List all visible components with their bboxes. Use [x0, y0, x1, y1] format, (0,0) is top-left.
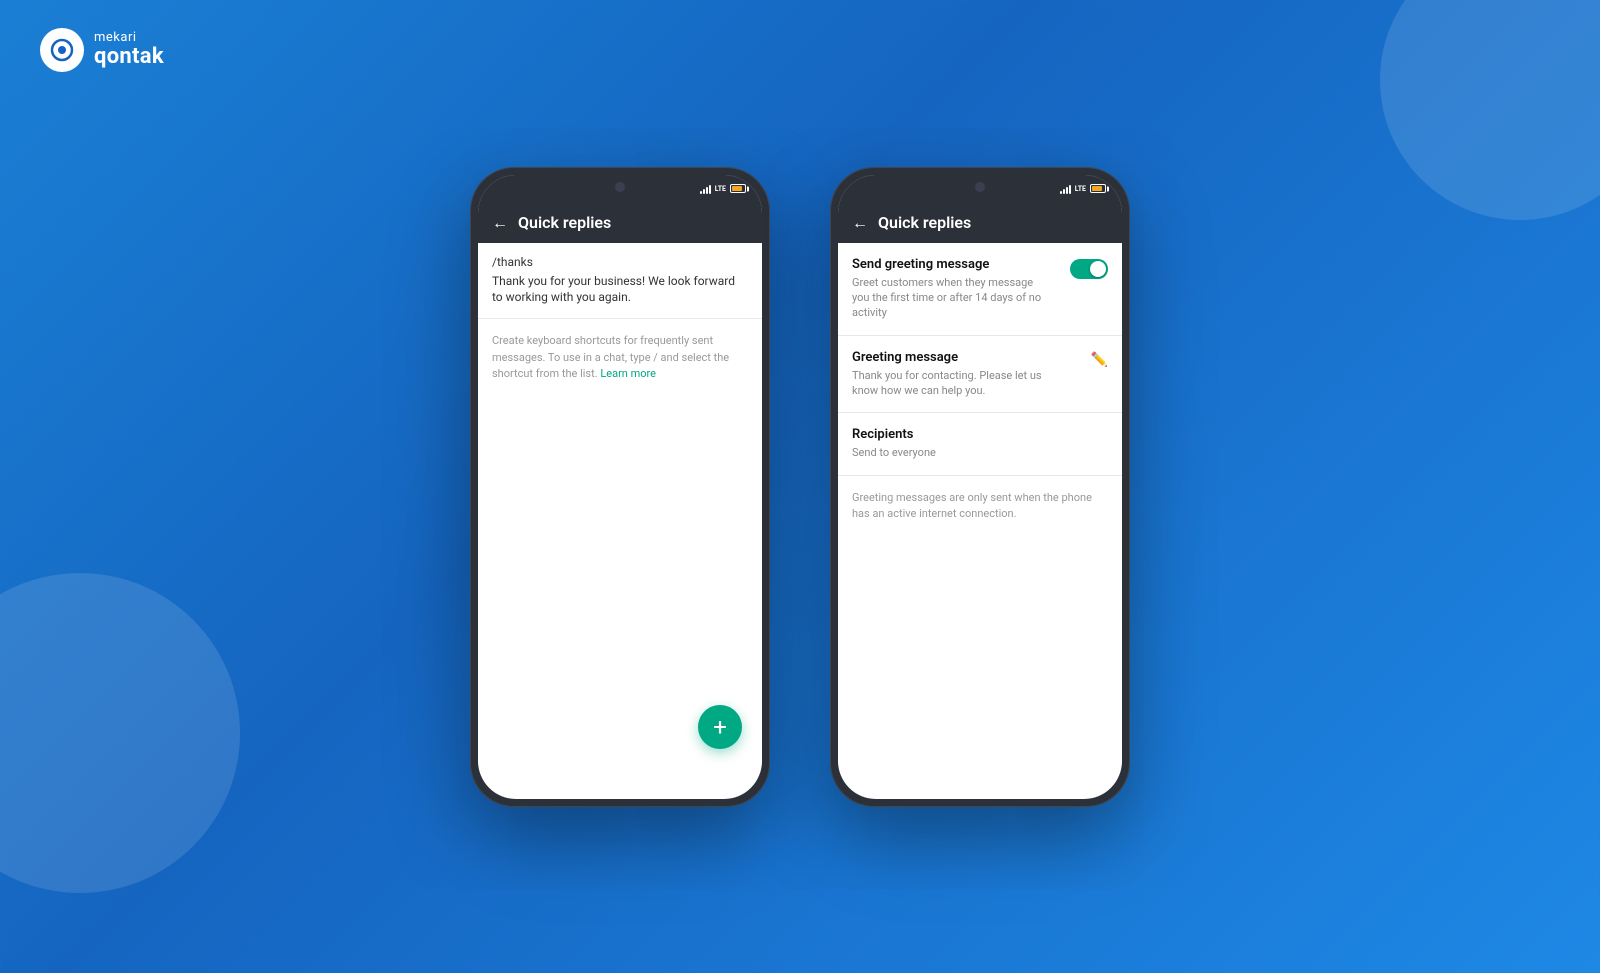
phone-1-camera — [615, 182, 625, 192]
greeting-message-section: Greeting message Thank you for contactin… — [838, 336, 1122, 414]
phone-1-status-icons: LTE — [700, 184, 746, 194]
hint-section: Create keyboard shortcuts for frequently… — [478, 319, 762, 397]
battery-icon — [730, 184, 746, 193]
greeting-message-text-group: Greeting message Thank you for contactin… — [852, 350, 1052, 399]
logo-icon — [40, 28, 84, 72]
phone-1-back-button[interactable]: ← — [492, 213, 508, 233]
bg-circle-left — [0, 573, 240, 893]
phones-container: LTE ← Quick replies /thanks Thank you fo… — [470, 167, 1130, 807]
phone-1-status-bar: LTE — [478, 175, 762, 203]
phone-2-camera — [975, 182, 985, 192]
phone-2-back-button[interactable]: ← — [852, 213, 868, 233]
recipients-section[interactable]: Recipients Send to everyone — [838, 413, 1122, 475]
toggle-knob — [1090, 261, 1106, 277]
phone-2-status-icons: LTE — [1060, 184, 1106, 194]
send-greeting-description: Greet customers when they message you th… — [852, 275, 1052, 321]
recipients-label: Recipients — [852, 427, 1108, 442]
send-greeting-text-group: Send greeting message Greet customers wh… — [852, 257, 1052, 321]
phone-1-app-header: ← Quick replies — [478, 203, 762, 243]
shortcut-text: /thanks — [492, 255, 748, 269]
phone-2: LTE ← Quick replies Send greeting messag… — [830, 167, 1130, 807]
phone-2-notch — [920, 175, 1040, 199]
send-greeting-label: Send greeting message — [852, 257, 1052, 272]
edit-greeting-button[interactable]: ✏️ — [1091, 352, 1108, 368]
greeting-message-text: Thank you for contacting. Please let us … — [852, 368, 1052, 399]
phone-2-status-bar: LTE — [838, 175, 1122, 203]
greeting-message-row: Greeting message Thank you for contactin… — [852, 350, 1108, 399]
reply-message-text: Thank you for your business! We look for… — [492, 273, 748, 307]
note-section: Greeting messages are only sent when the… — [838, 476, 1122, 537]
logo-text: mekari qontak — [94, 31, 164, 69]
phone-1-header-title: Quick replies — [518, 213, 611, 232]
phone-2-app-header: ← Quick replies — [838, 203, 1122, 243]
lte-label-2: LTE — [1075, 185, 1086, 193]
add-quick-reply-fab[interactable]: + — [698, 705, 742, 749]
phone-1: LTE ← Quick replies /thanks Thank you fo… — [470, 167, 770, 807]
signal-bars — [700, 184, 711, 194]
signal-bars-2 — [1060, 184, 1071, 194]
bg-circle-right — [1380, 0, 1600, 220]
phone-2-inner: LTE ← Quick replies Send greeting messag… — [838, 175, 1122, 799]
phone-2-header-title: Quick replies — [878, 213, 971, 232]
recipients-value: Send to everyone — [852, 445, 1052, 460]
send-greeting-toggle[interactable] — [1070, 259, 1108, 279]
send-greeting-row: Send greeting message Greet customers wh… — [852, 257, 1108, 321]
greeting-message-label: Greeting message — [852, 350, 1052, 365]
qontak-label: qontak — [94, 45, 164, 69]
battery-fill-2 — [1092, 186, 1102, 191]
send-greeting-section: Send greeting message Greet customers wh… — [838, 243, 1122, 336]
battery-icon-2 — [1090, 184, 1106, 193]
quick-reply-item[interactable]: /thanks Thank you for your business! We … — [478, 243, 762, 320]
note-text: Greeting messages are only sent when the… — [852, 490, 1108, 523]
mekari-label: mekari — [94, 31, 164, 45]
battery-fill — [732, 186, 742, 191]
logo: mekari qontak — [40, 28, 164, 72]
hint-text: Create keyboard shortcuts for frequently… — [492, 333, 748, 383]
phone-1-notch — [560, 175, 680, 199]
phone-1-inner: LTE ← Quick replies /thanks Thank you fo… — [478, 175, 762, 799]
lte-label: LTE — [715, 185, 726, 193]
learn-more-link[interactable]: Learn more — [600, 367, 656, 380]
